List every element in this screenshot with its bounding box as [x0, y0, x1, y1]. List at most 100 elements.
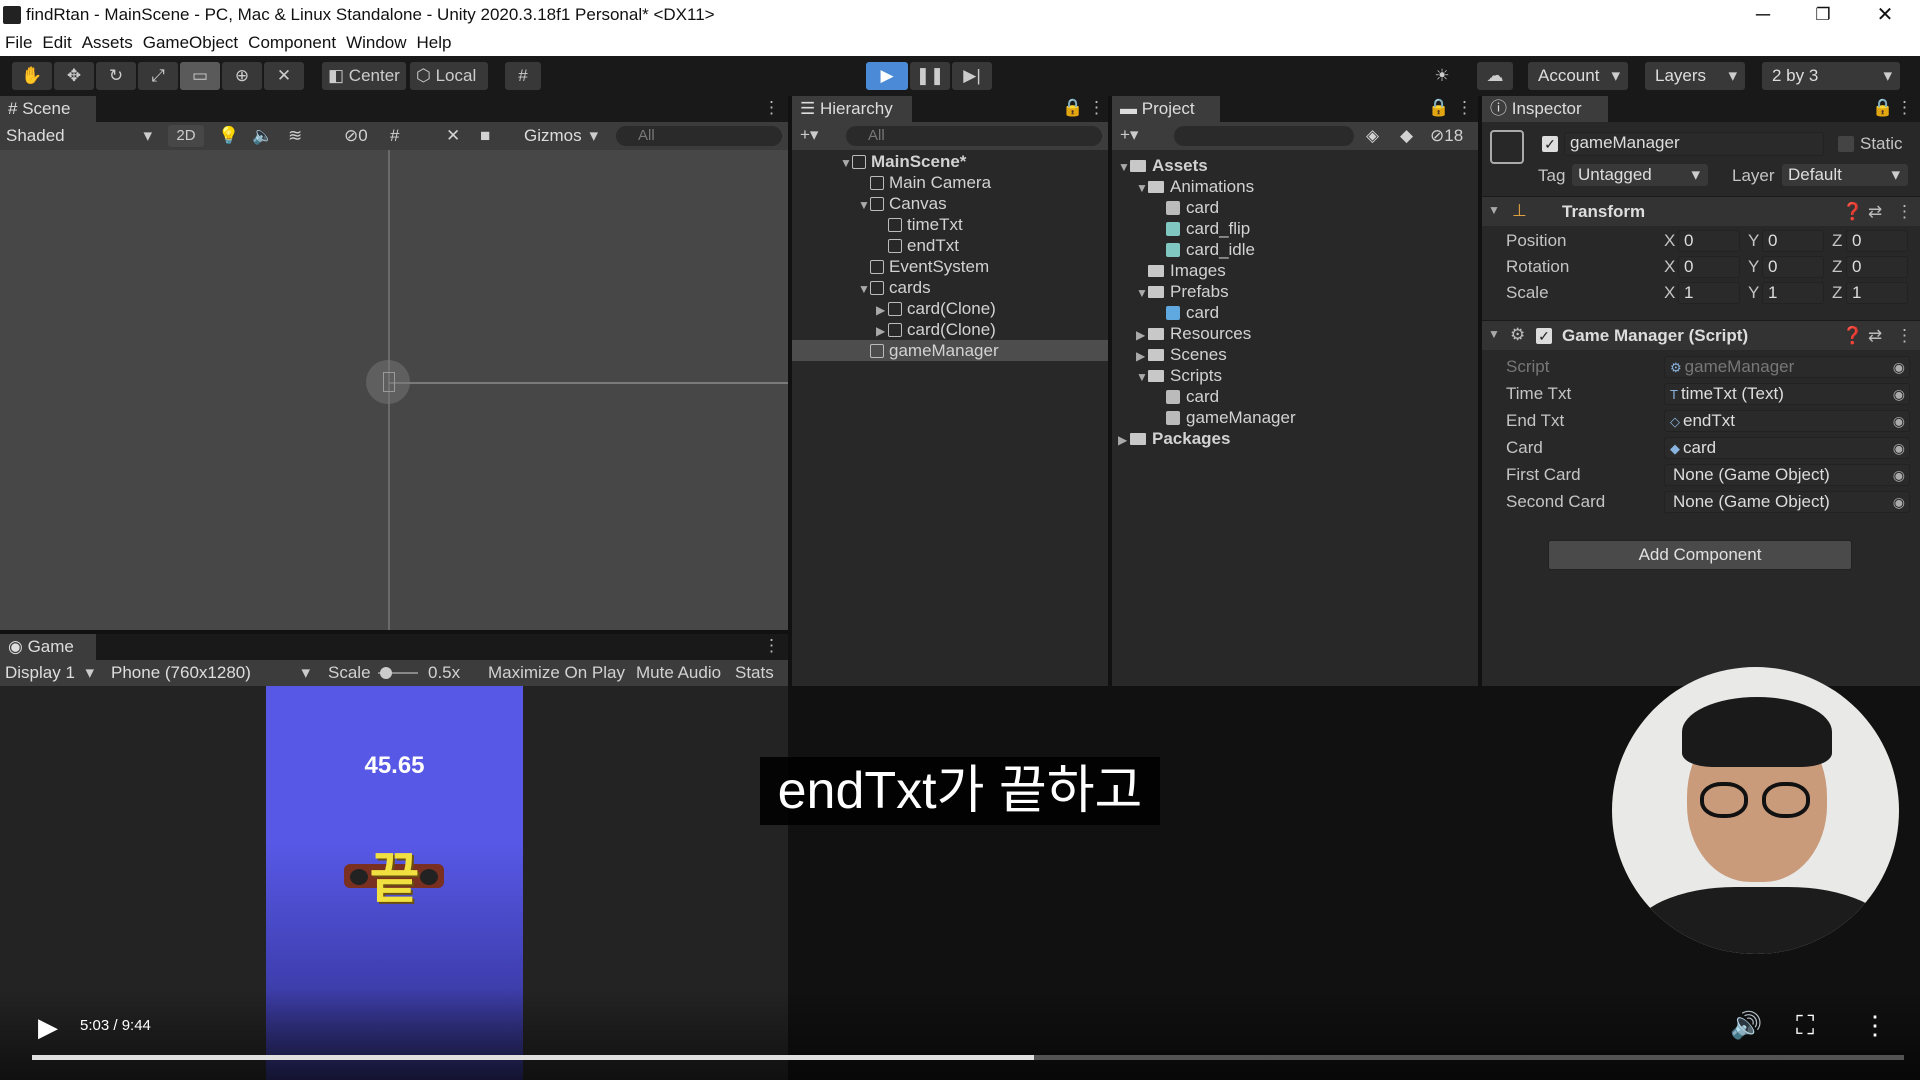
object-picker-icon[interactable]: ◉ [1893, 357, 1905, 377]
step-button[interactable]: ▶| [952, 62, 992, 90]
tab-scene[interactable]: # Scene [0, 96, 96, 122]
maximize-on-play-toggle[interactable]: Maximize On Play [488, 663, 625, 683]
audio-icon[interactable]: 🔈 [252, 126, 273, 146]
project-item[interactable]: card_idle [1112, 239, 1478, 260]
project-expand-icon[interactable]: ▶ [1136, 325, 1148, 346]
object-reference-field[interactable]: None (Game Object) ◉ [1664, 464, 1910, 486]
object-reference-field[interactable]: ◆ card ◉ [1664, 437, 1910, 459]
object-picker-icon[interactable]: ◉ [1893, 438, 1905, 458]
transform-x-field[interactable]: 0 [1678, 230, 1740, 252]
rotate-tool-icon[interactable]: ↻ [96, 62, 136, 90]
minimize-button[interactable]: ─ [1733, 0, 1793, 30]
display-dropdown[interactable]: Display 1 [0, 661, 102, 685]
tab-inspector[interactable]: ⓘ Inspector [1482, 96, 1608, 122]
mode-2d-button[interactable]: 2D [168, 125, 204, 147]
pivot-local-button[interactable]: ⬡ Local [410, 62, 488, 90]
lock-icon[interactable]: 🔒 [1062, 98, 1083, 118]
active-checkbox[interactable]: ✓ [1542, 136, 1558, 152]
layer-dropdown[interactable]: Default [1782, 164, 1908, 186]
hierarchy-item[interactable]: timeTxt [792, 214, 1108, 235]
object-reference-field[interactable]: None (Game Object) ◉ [1664, 491, 1910, 513]
tab-hierarchy[interactable]: ☰ Hierarchy [792, 96, 912, 122]
object-picker-icon[interactable]: ◉ [1893, 492, 1905, 512]
resolution-dropdown[interactable]: Phone (760x1280) [106, 661, 318, 685]
object-picker-icon[interactable]: ◉ [1893, 465, 1905, 485]
project-expand-icon[interactable]: ▼ [1136, 178, 1148, 199]
hierarchy-item[interactable]: EventSystem [792, 256, 1108, 277]
transform-z-field[interactable]: 1 [1846, 282, 1908, 304]
transform-x-field[interactable]: 1 [1678, 282, 1740, 304]
project-item[interactable]: ▼ Prefabs [1112, 281, 1478, 302]
project-item[interactable]: Images [1112, 260, 1478, 281]
expand-toggle-icon[interactable]: ▼ [840, 153, 852, 174]
hierarchy-item[interactable]: ▼ Canvas [792, 193, 1108, 214]
object-name-field[interactable]: gameManager [1564, 132, 1824, 156]
add-component-button[interactable]: Add Component [1548, 540, 1852, 570]
script-help-icon[interactable]: ❓ [1842, 326, 1863, 346]
hand-tool-icon[interactable]: ✋ [12, 62, 52, 90]
move-tool-icon[interactable]: ✥ [54, 62, 94, 90]
script-component-header[interactable]: ▼ ⚙ ✓ Game Manager (Script) ❓ ⇄ ⋮ [1482, 320, 1920, 350]
static-checkbox[interactable] [1838, 136, 1854, 152]
video-play-icon[interactable]: ▶ [38, 1012, 58, 1043]
lighting-icon[interactable]: 💡 [218, 126, 239, 146]
expand-toggle-icon[interactable]: ▼ [858, 279, 870, 300]
expand-toggle-icon[interactable]: ▼ [858, 195, 870, 216]
hidden-objects-icon[interactable]: ⊘0 [344, 126, 368, 146]
object-picker-icon[interactable]: ◉ [1893, 384, 1905, 404]
project-item[interactable]: card [1112, 386, 1478, 407]
menu-file[interactable]: File [0, 30, 37, 53]
grid-toggle-icon[interactable]: # [390, 126, 399, 146]
scale-slider-thumb[interactable] [380, 667, 392, 679]
script-presets-icon[interactable]: ⇄ [1868, 326, 1882, 346]
transform-z-field[interactable]: 0 [1846, 256, 1908, 278]
project-item[interactable]: card [1112, 197, 1478, 218]
tools-icon[interactable]: ✕ [446, 126, 460, 146]
project-item[interactable]: card_flip [1112, 218, 1478, 239]
project-item[interactable]: gameManager [1112, 407, 1478, 428]
hierarchy-menu-icon[interactable]: ⋮ [1088, 98, 1105, 118]
hierarchy-item[interactable]: ▼ MainScene* [792, 151, 1108, 172]
expand-toggle-icon[interactable]: ▶ [876, 300, 888, 321]
volume-icon[interactable]: 🔊 [1730, 1010, 1762, 1041]
presets-icon[interactable]: ⇄ [1868, 202, 1882, 222]
project-item[interactable]: ▼ Assets [1112, 155, 1478, 176]
transform-y-field[interactable]: 0 [1762, 256, 1824, 278]
scene-viewport[interactable] [0, 150, 788, 630]
layout-dropdown[interactable]: 2 by 3 [1762, 62, 1900, 90]
filter-type-icon[interactable]: ◈ [1366, 126, 1379, 146]
transform-tool-icon[interactable]: ⊕ [222, 62, 262, 90]
project-expand-icon[interactable]: ▼ [1118, 157, 1130, 178]
hierarchy-item[interactable]: Main Camera [792, 172, 1108, 193]
menu-edit[interactable]: Edit [37, 30, 76, 53]
project-expand-icon[interactable]: ▶ [1118, 430, 1130, 451]
gizmos-dropdown[interactable]: Gizmos [520, 124, 606, 148]
cloud-icon[interactable]: ☁ [1477, 62, 1513, 90]
shading-dropdown[interactable]: Shaded [0, 124, 160, 148]
project-item[interactable]: ▶ Resources [1112, 323, 1478, 344]
hierarchy-item[interactable]: endTxt [792, 235, 1108, 256]
component-menu-icon[interactable]: ⋮ [1896, 202, 1913, 222]
pause-button[interactable]: ❚❚ [910, 62, 950, 90]
custom-tool-icon[interactable]: ✕ [264, 62, 304, 90]
object-reference-field[interactable]: ◇ endTxt ◉ [1664, 410, 1910, 432]
play-button[interactable]: ▶ [866, 62, 908, 90]
transform-y-field[interactable]: 1 [1762, 282, 1824, 304]
object-picker-icon[interactable]: ◉ [1893, 411, 1905, 431]
hierarchy-item[interactable]: ▼ cards [792, 277, 1108, 298]
hierarchy-item[interactable]: gameManager [792, 340, 1108, 361]
stats-toggle[interactable]: Stats [735, 663, 774, 683]
scene-menu-icon[interactable]: ⋮ [763, 98, 780, 118]
camera-icon[interactable]: ■ [480, 126, 490, 146]
create-add-icon[interactable]: +▾ [800, 125, 818, 145]
account-dropdown[interactable]: Account [1528, 62, 1628, 90]
collab-icon[interactable]: ☀ [1424, 62, 1460, 90]
more-options-icon[interactable]: ⋮ [1862, 1010, 1888, 1041]
help-icon[interactable]: ❓ [1842, 202, 1863, 222]
pivot-center-button[interactable]: ◧ Center [322, 62, 406, 90]
project-item[interactable]: ▶ Packages [1112, 428, 1478, 449]
menu-component[interactable]: Component [243, 30, 341, 53]
project-item[interactable]: ▼ Scripts [1112, 365, 1478, 386]
scene-search-input[interactable]: All [616, 126, 782, 146]
menu-gameobject[interactable]: GameObject [138, 30, 243, 53]
